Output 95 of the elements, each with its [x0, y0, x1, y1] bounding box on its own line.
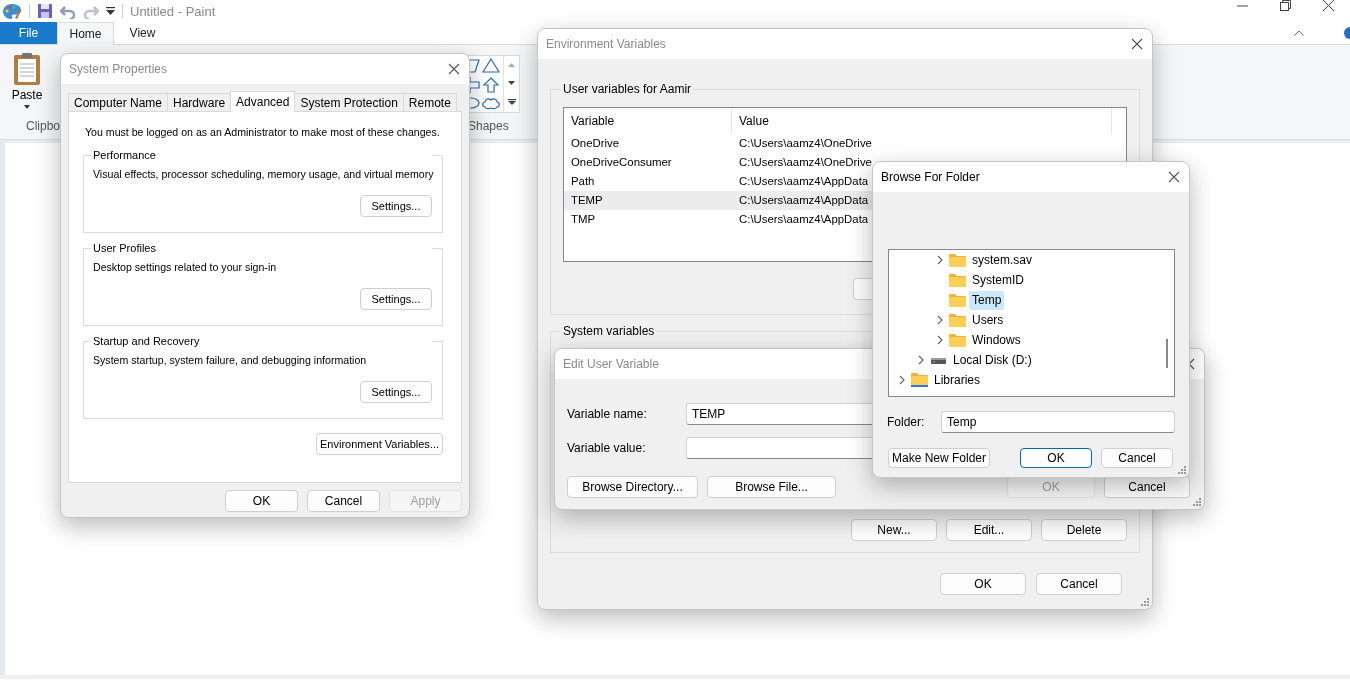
close-icon[interactable] — [1323, 0, 1334, 11]
folder-icon — [949, 293, 966, 307]
expand-icon[interactable] — [937, 315, 943, 325]
dialog-button[interactable]: Cancel — [1101, 448, 1173, 468]
browse-directory-button[interactable]: Browse Directory... — [567, 476, 698, 498]
dialog-button[interactable]: New... — [851, 519, 937, 541]
dialog-button[interactable]: OK — [225, 490, 298, 512]
group-description: System startup, system failure, and debugging information — [93, 353, 368, 368]
window-title: Edit User Variable — [563, 356, 659, 372]
scroll-down-icon[interactable] — [508, 81, 515, 85]
tab[interactable]: Computer Name — [68, 93, 169, 111]
table-cell-text: OneDriveConsumer — [570, 155, 673, 170]
window-title: System Properties — [69, 61, 168, 77]
close-icon[interactable] — [448, 63, 460, 75]
table-cell-text: C:\Users\aamz4\AppData — [738, 174, 869, 189]
field-label: Folder: — [887, 414, 926, 430]
table-cell-text: TEMP — [570, 193, 604, 208]
field-label: Variable value: — [567, 440, 647, 456]
tab[interactable]: System Protection — [294, 93, 404, 111]
notice-text: You must be logged on as an Administrator to make most of these changes. — [84, 125, 441, 140]
expand-icon[interactable] — [937, 335, 943, 345]
settings-button[interactable]: Settings... — [360, 381, 432, 403]
table-cell-text: C:\Users\aamz4\OneDrive — [738, 155, 872, 170]
dialog-button[interactable]: Cancel — [1104, 476, 1190, 498]
group-description: Visual effects, processor scheduling, memory usage, and virtual memory — [93, 167, 432, 182]
resize-grip-icon[interactable] — [1193, 498, 1201, 506]
expand-icon[interactable] — [899, 375, 905, 385]
tree-item[interactable]: Libraries — [931, 370, 984, 390]
palette-icon[interactable] — [2, 2, 22, 20]
undo-icon[interactable] — [60, 3, 76, 19]
library-icon — [911, 372, 928, 388]
group-title: Startup and Recovery — [91, 334, 432, 349]
save-icon[interactable] — [37, 3, 53, 19]
window-title: Environment Variables — [546, 36, 666, 52]
group-title: System variables — [561, 324, 657, 339]
window-title: Untitled - Paint — [130, 3, 216, 19]
tree-item[interactable]: Users — [969, 310, 1007, 330]
group-label: Clipbo — [26, 119, 61, 134]
more-icon[interactable] — [507, 99, 516, 105]
input-field[interactable]: Temp — [941, 411, 1175, 433]
folder-icon — [949, 313, 966, 327]
dropdown-icon[interactable] — [106, 6, 115, 16]
dialog-button[interactable]: Cancel — [1036, 573, 1122, 595]
settings-button[interactable]: Settings... — [360, 288, 432, 310]
expand-icon[interactable] — [918, 355, 924, 365]
scrollbar-thumb[interactable] — [1166, 339, 1168, 368]
group-description: Desktop settings related to your sign-in — [93, 260, 278, 275]
table-cell-text: OneDrive — [570, 136, 621, 151]
tab[interactable]: Remote — [402, 93, 457, 111]
tree-item[interactable]: Windows — [969, 330, 1024, 350]
table-cell-text: C:\Users\aamz4\OneDrive — [738, 136, 872, 151]
up-arrow-icon[interactable] — [482, 76, 500, 93]
paste-button[interactable]: Paste — [10, 52, 44, 109]
clipboard-icon — [12, 52, 42, 86]
dialog-button[interactable]: Edit... — [946, 519, 1032, 541]
column-header[interactable]: Variable — [564, 108, 732, 134]
cloud-bubble-icon[interactable] — [482, 95, 500, 112]
group-label: Shapes — [468, 119, 509, 134]
tree-item[interactable]: Temp — [969, 290, 1005, 310]
maximize-icon[interactable] — [1280, 0, 1291, 11]
environment-variables-button[interactable]: Environment Variables... — [316, 433, 443, 455]
tab[interactable]: Advanced — [230, 91, 296, 112]
collapse-ribbon-icon[interactable] — [1294, 30, 1304, 36]
triangle-icon[interactable] — [482, 57, 500, 74]
table-cell-text: TMP — [570, 212, 597, 227]
tree-item[interactable]: SystemID — [969, 270, 1027, 290]
table-row[interactable]: OneDrive C:\Users\aamz4\OneDrive — [564, 134, 1126, 153]
close-icon[interactable] — [1168, 171, 1180, 183]
dialog-button[interactable]: OK — [940, 573, 1026, 595]
ribbon-tab[interactable]: View — [114, 22, 171, 44]
folder-icon — [949, 273, 966, 287]
button-label: Paste — [11, 88, 43, 103]
column-header[interactable]: Value — [732, 108, 1112, 134]
resize-grip-icon[interactable] — [1141, 598, 1149, 606]
field-label: Variable name: — [567, 406, 648, 422]
table-cell-text: Path — [570, 174, 596, 189]
tree-item[interactable]: Local Disk (D:) — [950, 350, 1035, 370]
dialog-button[interactable]: Cancel — [307, 490, 380, 512]
settings-button[interactable]: Settings... — [360, 195, 432, 217]
caret-icon — [24, 105, 30, 109]
dialog-button[interactable]: Make New Folder — [888, 448, 990, 468]
dialog-button[interactable]: Delete — [1041, 519, 1127, 541]
folder-icon — [949, 253, 966, 267]
folder-icon — [949, 333, 966, 347]
dialog-button[interactable]: OK — [1020, 448, 1092, 468]
tree-item[interactable]: system.sav — [969, 250, 1035, 270]
table-cell-text: C:\Users\aamz4\AppData — [738, 212, 869, 227]
resize-grip-icon[interactable] — [1178, 466, 1186, 474]
table-cell-text: C:\Users\aamz4\AppData — [738, 193, 869, 208]
window-title: Browse For Folder — [881, 169, 980, 185]
file-menu[interactable]: File — [0, 22, 57, 44]
browse-file-button[interactable]: Browse File... — [707, 476, 836, 498]
close-icon[interactable] — [1131, 38, 1143, 50]
expand-icon[interactable] — [937, 255, 943, 265]
ribbon-tab[interactable]: Home — [57, 22, 114, 45]
